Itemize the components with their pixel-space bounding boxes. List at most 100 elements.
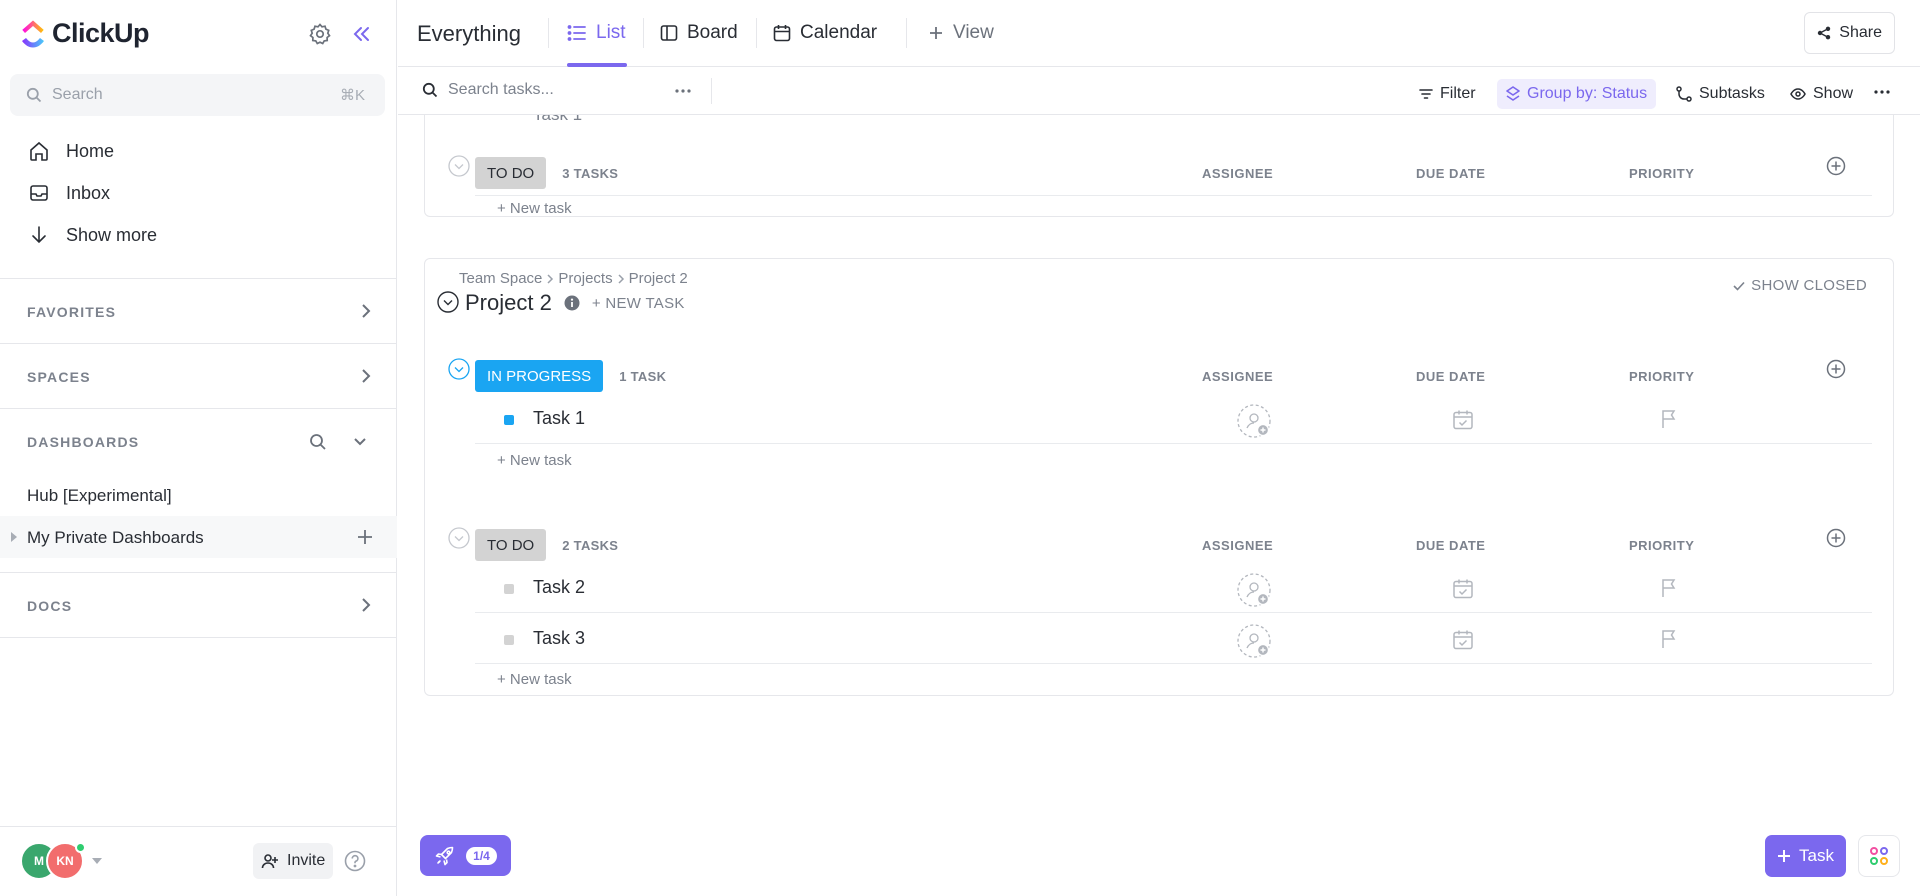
rocket-icon xyxy=(434,845,456,867)
chevron-down-icon[interactable] xyxy=(352,436,368,448)
group-by-button[interactable]: Group by: Status xyxy=(1497,79,1657,109)
add-user-icon xyxy=(261,852,279,870)
section-dashboards[interactable]: DASHBOARDS xyxy=(27,434,139,450)
caret-right-icon[interactable] xyxy=(11,532,17,542)
column-header-due-date[interactable]: DUE DATE xyxy=(1416,166,1485,181)
task-row[interactable]: Task 2 xyxy=(475,563,1872,613)
add-view-label: View xyxy=(953,22,994,43)
breadcrumb-item[interactable]: Projects xyxy=(558,270,612,287)
new-task-button[interactable]: + New task xyxy=(497,200,572,217)
column-header-assignee[interactable]: ASSIGNEE xyxy=(1202,538,1273,553)
assign-user-icon[interactable] xyxy=(1237,404,1273,440)
chevron-right-icon[interactable] xyxy=(360,302,372,320)
status-square[interactable] xyxy=(504,635,514,645)
add-column-icon[interactable] xyxy=(1826,528,1846,548)
add-column-icon[interactable] xyxy=(1826,359,1846,379)
user-avatars[interactable]: M KN xyxy=(20,842,102,880)
search-icon[interactable] xyxy=(309,433,327,451)
section-favorites[interactable]: FAVORITES xyxy=(27,304,116,320)
settings-gear-icon[interactable] xyxy=(308,22,332,46)
status-pill-in-progress[interactable]: IN PROGRESS xyxy=(475,360,604,392)
status-square[interactable] xyxy=(504,415,514,425)
section-docs[interactable]: DOCS xyxy=(27,598,72,614)
priority-flag-icon[interactable] xyxy=(1660,629,1678,649)
breadcrumb-item[interactable]: Team Space xyxy=(459,270,542,287)
breadcrumb-item[interactable]: Project 2 xyxy=(629,270,688,287)
column-header-assignee[interactable]: ASSIGNEE xyxy=(1202,166,1273,181)
column-header-priority[interactable]: PRIORITY xyxy=(1629,369,1694,384)
priority-flag-icon[interactable] xyxy=(1660,409,1678,429)
dashboard-item-private[interactable]: My Private Dashboards xyxy=(27,528,204,548)
dashboard-item-hub[interactable]: Hub [Experimental] xyxy=(27,486,172,506)
sidebar-item-inbox[interactable]: Inbox xyxy=(28,182,110,204)
list-new-task-button[interactable]: + NEW TASK xyxy=(592,295,685,312)
task-row[interactable]: Task 1 xyxy=(475,394,1872,444)
task-search-input[interactable]: Search tasks... xyxy=(422,81,554,99)
sidebar-item-home[interactable]: Home xyxy=(28,140,114,162)
status-pill-todo[interactable]: TO DO xyxy=(475,157,547,189)
new-task-button[interactable]: + New task xyxy=(497,452,572,469)
share-button[interactable]: Share xyxy=(1804,12,1895,54)
assign-user-icon[interactable] xyxy=(1237,573,1273,609)
chevron-right-icon[interactable] xyxy=(360,367,372,385)
add-view-button[interactable]: View xyxy=(928,22,994,44)
tab-list[interactable]: List xyxy=(567,22,626,44)
clickup-logo[interactable]: ClickUp xyxy=(20,18,150,49)
due-date-calendar-icon[interactable] xyxy=(1452,409,1474,431)
collapse-list-icon[interactable] xyxy=(437,291,459,313)
task-name[interactable]: Task 2 xyxy=(533,577,585,598)
brand-name: ClickUp xyxy=(52,18,150,48)
task-row[interactable]: Task 3 xyxy=(475,614,1872,664)
onboarding-checklist-button[interactable]: 1/4 xyxy=(420,835,511,876)
show-button[interactable]: Show xyxy=(1790,79,1853,109)
new-task-button[interactable]: + New task xyxy=(497,671,572,688)
task-name[interactable]: Task 1 xyxy=(533,408,585,429)
subtasks-label: Subtasks xyxy=(1699,85,1765,102)
invite-label: Invite xyxy=(287,852,326,869)
divider xyxy=(475,195,1872,196)
plus-icon[interactable] xyxy=(356,528,374,546)
active-tab-indicator xyxy=(567,63,627,67)
sidebar-search[interactable]: Search ⌘K xyxy=(10,74,385,116)
calendar-icon xyxy=(773,24,791,42)
priority-flag-icon[interactable] xyxy=(1660,578,1678,598)
column-header-priority[interactable]: PRIORITY xyxy=(1629,166,1694,181)
status-pill-todo[interactable]: TO DO xyxy=(475,529,547,561)
show-closed-label: SHOW CLOSED xyxy=(1751,277,1867,294)
subtasks-icon xyxy=(1676,86,1692,102)
group-by-label: Group by: Status xyxy=(1527,85,1648,102)
search-shortcut: ⌘K xyxy=(339,87,365,104)
due-date-calendar-icon[interactable] xyxy=(1452,629,1474,651)
tab-calendar[interactable]: Calendar xyxy=(773,22,877,44)
column-header-due-date[interactable]: DUE DATE xyxy=(1416,369,1485,384)
filter-label: Filter xyxy=(1440,85,1476,102)
section-spaces[interactable]: SPACES xyxy=(27,369,91,385)
status-square[interactable] xyxy=(504,584,514,594)
caret-down-icon[interactable] xyxy=(92,858,102,864)
tab-board[interactable]: Board xyxy=(660,22,738,44)
sidebar-item-show-more[interactable]: Show more xyxy=(28,224,157,246)
more-options-icon[interactable] xyxy=(1873,83,1891,101)
subtasks-button[interactable]: Subtasks xyxy=(1676,79,1765,109)
list-card: Task 1 TO DO 3 TASKS ASSIGNEE DUE DATE P… xyxy=(424,115,1894,217)
column-header-assignee[interactable]: ASSIGNEE xyxy=(1202,369,1273,384)
info-icon[interactable] xyxy=(564,295,580,311)
more-options-icon[interactable] xyxy=(674,82,692,100)
collapse-sidebar-icon[interactable] xyxy=(349,22,373,46)
eye-icon xyxy=(1790,88,1806,100)
chevron-right-icon[interactable] xyxy=(360,596,372,614)
column-header-priority[interactable]: PRIORITY xyxy=(1629,538,1694,553)
filter-button[interactable]: Filter xyxy=(1419,79,1476,109)
new-task-fab-button[interactable]: Task xyxy=(1765,835,1846,877)
due-date-calendar-icon[interactable] xyxy=(1452,578,1474,600)
add-column-icon[interactable] xyxy=(1826,156,1846,176)
assign-user-icon[interactable] xyxy=(1237,624,1273,660)
invite-button[interactable]: Invite xyxy=(253,843,334,879)
list-title[interactable]: Project 2 xyxy=(465,290,552,316)
apps-button[interactable] xyxy=(1858,835,1900,877)
task-name-partial[interactable]: Task 1 xyxy=(533,115,582,125)
help-icon[interactable] xyxy=(344,850,366,872)
column-header-due-date[interactable]: DUE DATE xyxy=(1416,538,1485,553)
task-name[interactable]: Task 3 xyxy=(533,628,585,649)
show-closed-button[interactable]: SHOW CLOSED xyxy=(1733,277,1867,294)
